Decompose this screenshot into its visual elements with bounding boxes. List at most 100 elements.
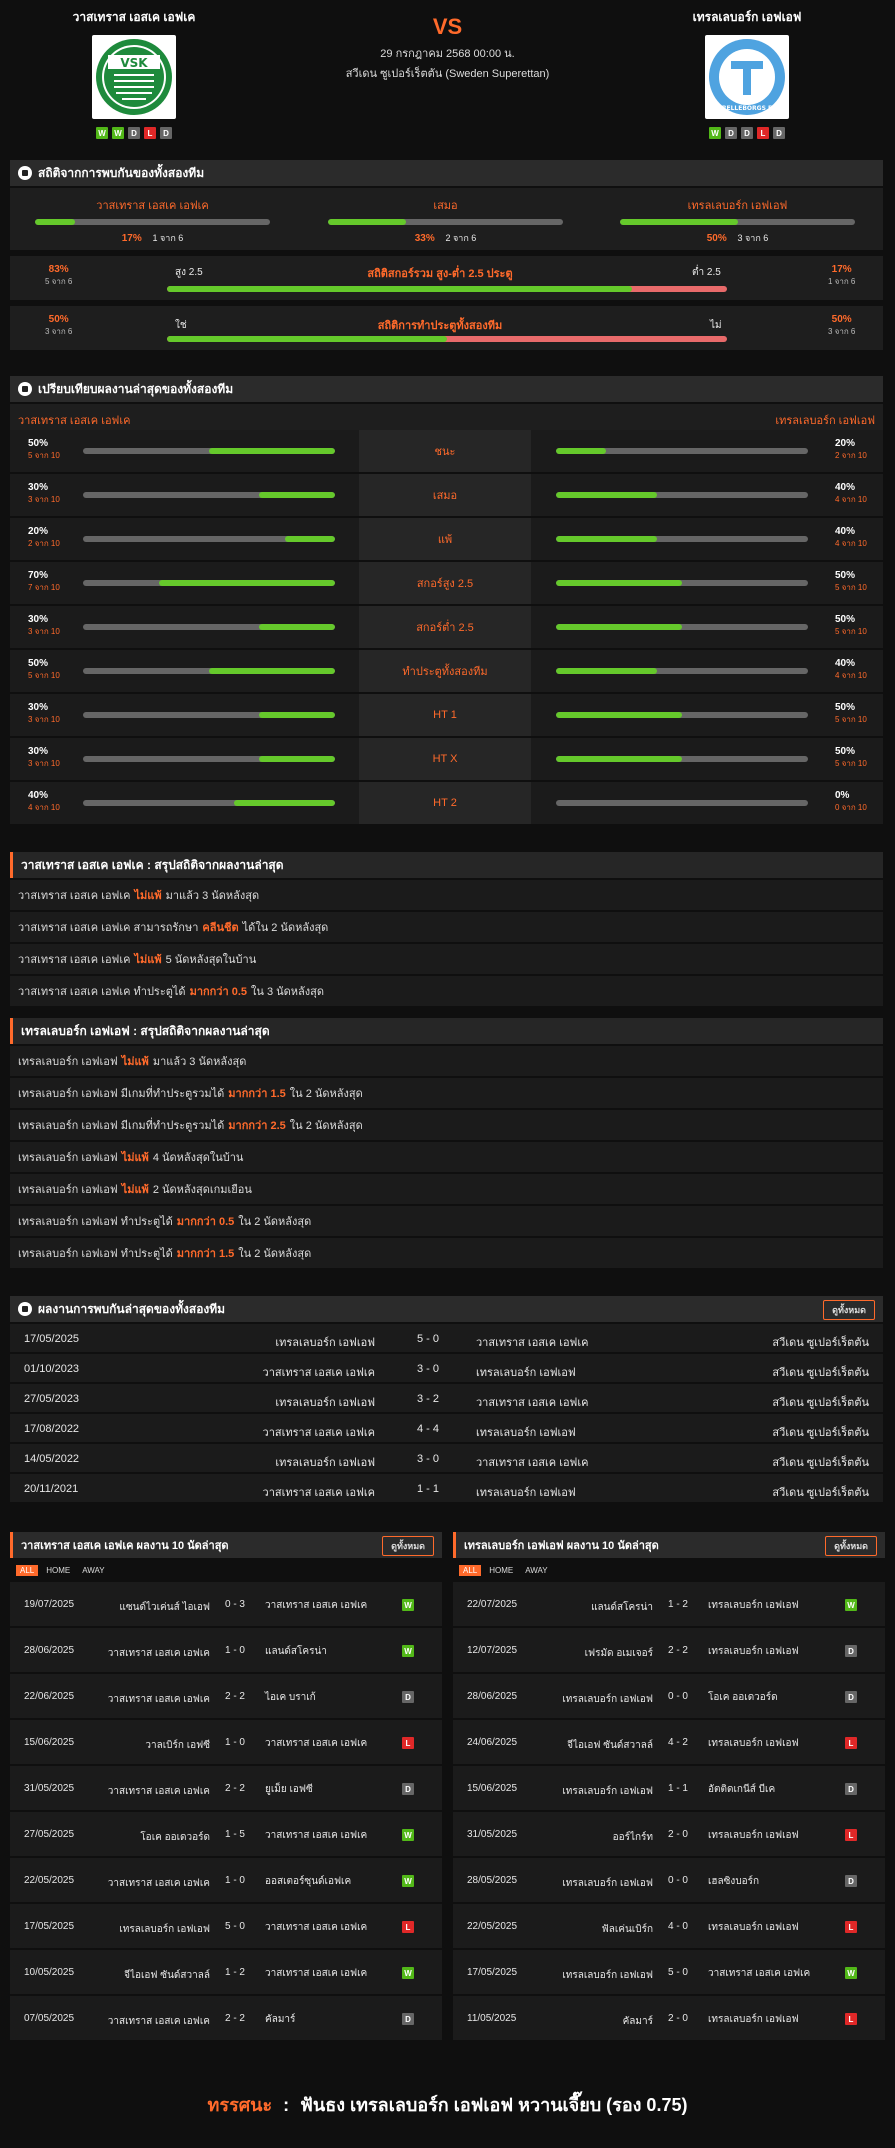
h2h-away-cnt: 3 จาก 6 xyxy=(737,233,769,243)
match-date: 27/05/2025 xyxy=(24,1829,75,1840)
match-date: 28/05/2025 xyxy=(467,1875,518,1886)
match-row[interactable]: 22/06/2025 วาสเทราส เอสเค เอฟเค 2 - 2 ไอเค … xyxy=(10,1674,442,1720)
h2h-score: 3 - 0 xyxy=(416,1453,439,1465)
h2h-row[interactable]: 20/11/2021 วาสเทราส เอสเค เอฟเค 1 - 1 เทรลเ… xyxy=(10,1474,883,1504)
match-score: 4 - 2 xyxy=(667,1737,688,1748)
tab-all[interactable]: ALL xyxy=(459,1564,482,1576)
match-row[interactable]: 11/05/2025 คัลมาร์ 2 - 0 เทรลเลบอร์ก เอฟเอฟ… xyxy=(453,1996,885,2042)
tab-all[interactable]: ALL xyxy=(16,1564,39,1576)
compare-away-value: 40% 4 จาก 10 xyxy=(835,658,867,682)
match-row[interactable]: 17/05/2025 เทรลเลบอร์ก เอฟเอฟ 5 - 0 วาสเทรา… xyxy=(10,1904,442,1950)
match-row[interactable]: 27/05/2025 โอเค ออเดวอร์ด 1 - 5 วาสเทราส เอ… xyxy=(10,1812,442,1858)
last10-away-title: เทรลเลบอร์ก เอฟเอฟ ผลงาน 10 นัดล่าสุด xyxy=(464,1540,659,1552)
compare-home-cnt: 3 จาก 10 xyxy=(28,627,60,636)
compare-away-bar xyxy=(556,492,808,498)
h2h-score: 1 - 1 xyxy=(416,1483,439,1495)
match-date: 24/06/2025 xyxy=(467,1737,518,1748)
h2h-date: 17/08/2022 xyxy=(24,1423,80,1435)
match-row[interactable]: 07/05/2025 วาสเทราส เอสเค เอฟเค 2 - 2 คัลมา… xyxy=(10,1996,442,2042)
h2h-row[interactable]: 27/05/2023 เทรลเลบอร์ก เอฟเอฟ 3 - 2 วาสเทรา… xyxy=(10,1384,883,1414)
view-all-button[interactable]: ดูทั้งหมด xyxy=(823,1300,875,1320)
h2h-results-header: ผลงานการพบกันล่าสุดของทั้งสองทีม ดูทั้งหม… xyxy=(10,1296,883,1322)
match-row[interactable]: 31/05/2025 ออร์ไกร์ท 2 - 0 เทรลเลบอร์ก เอฟเ… xyxy=(453,1812,885,1858)
result-badge: D xyxy=(402,1691,414,1703)
match-row[interactable]: 22/05/2025 ฟัลเค่นเบิร์ก 4 - 0 เทรลเลบอร์ก … xyxy=(453,1904,885,1950)
compare-row: 30% 3 จาก 10 เสมอ 40% 4 จาก 10 xyxy=(10,474,883,518)
h2h-away: วาสเทราส เอสเค เอฟเค xyxy=(476,1397,589,1409)
form-badge: W xyxy=(709,127,721,139)
h2h-home-win: วาสเทราส เอสเค เอฟเค 17% 1 จาก 6 xyxy=(35,196,270,245)
match-home: เทรลเลบอร์ก เอฟเอฟ xyxy=(562,1693,653,1705)
compare-home-pct: 30% xyxy=(28,614,49,625)
summary-item: เทรลเลบอร์ก เอฟเอฟ มีเกมที่ทำประตูรวมได้… xyxy=(10,1110,883,1142)
compare-away-cnt: 4 จาก 10 xyxy=(835,539,867,548)
match-away: เทรลเลบอร์ก เอฟเอฟ xyxy=(708,1829,799,1841)
match-away: ไอเค บราเก้ xyxy=(265,1691,316,1703)
match-row[interactable]: 28/05/2025 เทรลเลบอร์ก เอฟเอฟ 0 - 0 เฮลซิงบ… xyxy=(453,1858,885,1904)
tab-away[interactable]: AWAY xyxy=(78,1565,108,1576)
h2h-row[interactable]: 17/08/2022 วาสเทราส เอสเค เอฟเค 4 - 4 เทรลเ… xyxy=(10,1414,883,1444)
match-row[interactable]: 19/07/2025 แซนด์ไวเค่นส์ ไอเอฟ 0 - 3 วาสเทร… xyxy=(10,1582,442,1628)
match-row[interactable]: 17/05/2025 เทรลเลบอร์ก เอฟเอฟ 5 - 0 วาสเทรา… xyxy=(453,1950,885,1996)
match-row[interactable]: 28/06/2025 วาสเทราส เอสเค เอฟเค 1 - 0 แลนด์… xyxy=(10,1628,442,1674)
result-badge: L xyxy=(845,2013,857,2025)
compare-home-bar xyxy=(83,800,335,806)
match-row[interactable]: 10/05/2025 จีไอเอฟ ซันด์สวาลล์ 1 - 2 วาสเทร… xyxy=(10,1950,442,1996)
match-score: 2 - 0 xyxy=(667,1829,688,1840)
summary-highlight: ไม่แพ้ xyxy=(121,1184,149,1196)
compare-label: HT 1 xyxy=(359,694,531,736)
match-score: 0 - 3 xyxy=(224,1599,245,1610)
match-date: 31/05/2025 xyxy=(467,1829,518,1840)
tab-home[interactable]: HOME xyxy=(42,1565,74,1576)
match-row[interactable]: 12/07/2025 เฟรมัด อเมเจอร์ 2 - 2 เทรลเลบอร์… xyxy=(453,1628,885,1674)
last10-away-tabs: ALL HOME AWAY xyxy=(453,1562,885,1578)
summary-highlight: มากกว่า 1.5 xyxy=(176,1248,235,1260)
compare-row: 70% 7 จาก 10 สกอร์สูง 2.5 50% 5 จาก 10 xyxy=(10,562,883,606)
form-badge: D xyxy=(741,127,753,139)
result-badge: W xyxy=(845,1967,857,1979)
h2h-league: สวีเดน ซูเปอร์เร็ตตัน xyxy=(772,1487,869,1499)
h2h-row[interactable]: 01/10/2023 วาสเทราส เอสเค เอฟเค 3 - 0 เทรลเ… xyxy=(10,1354,883,1384)
league-name[interactable]: สวีเดน ซูเปอร์เร็ตตัน (Sweden Superettan… xyxy=(320,64,575,82)
compare-away-pct: 20% xyxy=(835,438,856,449)
h2h-draw-pct: 33% xyxy=(414,233,435,244)
match-home: เทรลเลบอร์ก เอฟเอฟ xyxy=(562,1877,653,1889)
h2h-score: 3 - 2 xyxy=(416,1393,439,1405)
h2h-row[interactable]: 17/05/2025 เทรลเลบอร์ก เอฟเอฟ 5 - 0 วาสเทรา… xyxy=(10,1324,883,1354)
view-all-button[interactable]: ดูทั้งหมด xyxy=(825,1536,877,1556)
tab-away[interactable]: AWAY xyxy=(521,1565,551,1576)
h2h-draw-cnt: 2 จาก 6 xyxy=(445,233,477,243)
match-row[interactable]: 24/06/2025 จีไอเอฟ ซันด์สวาลล์ 4 - 2 เทรลเล… xyxy=(453,1720,885,1766)
compare-away-cnt: 5 จาก 10 xyxy=(835,627,867,636)
summary-suffix: ใน 2 นัดหลังสุด xyxy=(289,1120,363,1132)
last10-home-title: วาสเทราส เอสเค เอฟเค ผลงาน 10 นัดล่าสุด xyxy=(21,1540,229,1552)
match-home: แลนด์สโครน่า xyxy=(591,1601,653,1613)
h2h-score: 3 - 0 xyxy=(416,1363,439,1375)
match-row[interactable]: 22/07/2025 แลนด์สโครน่า 1 - 2 เทรลเลบอร์ก เ… xyxy=(453,1582,885,1628)
compare-home-value: 70% 7 จาก 10 xyxy=(28,570,60,594)
match-score: 1 - 2 xyxy=(224,1967,245,1978)
home-team[interactable]: วาสเทราส เอสเค เอฟเค VSK WWDLD xyxy=(34,8,234,139)
away-team[interactable]: เทรลเลบอร์ก เอฟเอฟ TRELLEBORGS FF WDDLD xyxy=(647,8,847,139)
view-all-button[interactable]: ดูทั้งหมด xyxy=(382,1536,434,1556)
h2h-away: วาสเทราส เอสเค เอฟเค xyxy=(476,1457,589,1469)
summary-suffix: มาแล้ว 3 นัดหลังสุด xyxy=(152,1056,247,1068)
summary-text: วาสเทราส เอสเค เอฟเค xyxy=(18,890,131,902)
h2h-row[interactable]: 14/05/2022 เทรลเลบอร์ก เอฟเอฟ 3 - 0 วาสเทรา… xyxy=(10,1444,883,1474)
compare-row: 20% 2 จาก 10 แพ้ 40% 4 จาก 10 xyxy=(10,518,883,562)
match-row[interactable]: 28/06/2025 เทรลเลบอร์ก เอฟเอฟ 0 - 0 โอเค ออ… xyxy=(453,1674,885,1720)
compare-rows: 50% 5 จาก 10 ชนะ 20% 2 จาก 10 30% 3 จาก 10 เสมอ… xyxy=(10,430,883,826)
match-row[interactable]: 22/05/2025 วาสเทราส เอสเค เอฟเค 1 - 0 ออสเต… xyxy=(10,1858,442,1904)
away-team-name: เทรลเลบอร์ก เอฟเอฟ xyxy=(692,10,802,24)
compare-away-name: เทรลเลบอร์ก เอฟเอฟ xyxy=(775,415,875,427)
compare-home-value: 40% 4 จาก 10 xyxy=(28,790,60,814)
match-row[interactable]: 15/06/2025 เทรลเลบอร์ก เอฟเอฟ 1 - 1 อัตติดเ… xyxy=(453,1766,885,1812)
match-away: เฮลซิงบอร์ก xyxy=(708,1875,760,1887)
tab-home[interactable]: HOME xyxy=(485,1565,517,1576)
h2h-home: วาสเทราส เอสเค เอฟเค xyxy=(262,1487,375,1499)
compare-away-bar xyxy=(556,800,808,806)
match-row[interactable]: 31/05/2025 วาสเทราส เอสเค เอฟเค 2 - 2 ยูเม็… xyxy=(10,1766,442,1812)
match-away: อัตติดเกนีส์ บีเค xyxy=(708,1783,776,1795)
match-row[interactable]: 15/06/2025 วาลเบิร์ก เอฟซี 1 - 0 วาสเทราส เ… xyxy=(10,1720,442,1766)
compare-row: 50% 5 จาก 10 ชนะ 20% 2 จาก 10 xyxy=(10,430,883,474)
